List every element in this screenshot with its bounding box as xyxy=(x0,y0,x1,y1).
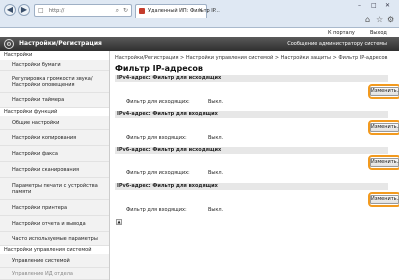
sidebar-item-report[interactable]: Настройки отчета и вывода xyxy=(0,216,109,232)
maximize-icon[interactable]: □ xyxy=(371,2,377,9)
top-links: К порталу Выход xyxy=(0,29,399,37)
sidebar-item-paper[interactable]: Настройки бумаги xyxy=(0,60,109,71)
ipv4-out-value: Выкл. xyxy=(208,99,224,105)
edit-ipv6-in-button[interactable]: Изменить... xyxy=(370,195,399,204)
sidebar-item-printer[interactable]: Настройки принтера xyxy=(0,200,109,216)
forward-button[interactable]: ▶ xyxy=(18,4,30,16)
sidebar: Настройки Настройки бумаги Регулировка г… xyxy=(0,51,110,280)
sidebar-item-dept-id[interactable]: Управление ИД отдела xyxy=(0,268,109,280)
panel-ipv4-in-header: IPv4-адрес: Фильтр для входящих xyxy=(115,111,388,118)
logout-link[interactable]: Выход xyxy=(370,30,387,36)
sidebar-item-system-management[interactable]: Управление системой xyxy=(0,254,109,268)
settings-logo-icon: ⚙ xyxy=(4,39,14,49)
admin-message-link[interactable]: Сообщение администратору системы xyxy=(287,41,387,47)
refresh-icon[interactable]: ↻ xyxy=(123,7,128,14)
address-url: http:// xyxy=(49,8,65,14)
sidebar-section-functions: Настройки функций xyxy=(0,108,109,116)
sidebar-item-general[interactable]: Общие настройки xyxy=(0,116,109,130)
favorites-icon[interactable]: ☆ xyxy=(376,15,383,24)
panel-ipv4-out-header: IPv4-адрес: Фильтр для исходящих xyxy=(115,75,388,82)
sidebar-item-favorites[interactable]: Часто используемые параметры xyxy=(0,232,109,246)
app-header: ⚙ Настройки/Регистрация Сообщение админи… xyxy=(0,37,399,51)
breadcrumb: Настройки/Регистрация > Настройки управл… xyxy=(115,55,388,61)
tab-favicon-icon xyxy=(139,8,145,14)
sidebar-item-copy[interactable]: Настройки копирования xyxy=(0,130,109,146)
ipv4-in-value: Выкл. xyxy=(208,135,224,141)
home-icon[interactable]: ⌂ xyxy=(365,15,370,24)
ipv6-out-label: Фильтр для исходящих: xyxy=(126,170,190,176)
sidebar-item-memory-print[interactable]: Параметры печати с устройства памяти xyxy=(0,178,109,200)
panel-ipv6-out-header: IPv6-адрес: Фильтр для исходящих xyxy=(115,147,388,154)
scroll-top-icon[interactable]: ▲ xyxy=(116,219,122,225)
tab-close-icon[interactable]: ✕ xyxy=(198,7,203,14)
browser-tab[interactable]: Удаленный ИП: Фильтр IP... ✕ xyxy=(135,4,220,18)
sidebar-item-fax[interactable]: Настройки факса xyxy=(0,146,109,162)
close-icon[interactable]: ✕ xyxy=(385,2,390,9)
portal-link[interactable]: К порталу xyxy=(328,30,355,36)
gear-icon[interactable]: ⚙ xyxy=(387,15,394,24)
search-icon[interactable]: ⌕ xyxy=(116,7,119,15)
browser-chrome: ◀ ▶ □ http:// ⌕ ↻ Удаленный ИП: Фильтр I… xyxy=(0,0,399,28)
ipv6-in-label: Фильтр для входящих: xyxy=(126,207,187,213)
sidebar-section-system: Настройки управления системой xyxy=(0,246,109,254)
ipv4-in-label: Фильтр для входящих: xyxy=(126,135,187,141)
edit-ipv4-in-button[interactable]: Изменить... xyxy=(370,123,399,132)
tab-title: Удаленный ИП: Фильтр IP... xyxy=(148,8,220,14)
back-button[interactable]: ◀ xyxy=(4,4,16,16)
minimize-icon[interactable]: – xyxy=(358,2,361,9)
main-content: Настройки/Регистрация > Настройки управл… xyxy=(114,51,399,280)
header-title: Настройки/Регистрация xyxy=(19,40,102,47)
sidebar-item-volume[interactable]: Регулировка громкости звука/Настройки оп… xyxy=(0,71,109,93)
sidebar-item-scan[interactable]: Настройки сканирования xyxy=(0,162,109,178)
ipv6-in-value: Выкл. xyxy=(208,207,224,213)
page-icon: □ xyxy=(38,7,44,14)
ipv4-out-label: Фильтр для исходящих: xyxy=(126,99,190,105)
address-bar[interactable]: □ http:// ⌕ ↻ xyxy=(34,4,132,17)
edit-ipv6-out-button[interactable]: Изменить... xyxy=(370,158,399,167)
edit-ipv4-out-button[interactable]: Изменить... xyxy=(370,87,399,96)
sidebar-section-settings: Настройки xyxy=(0,51,109,60)
sidebar-item-timer[interactable]: Настройки таймера xyxy=(0,93,109,108)
page-title: Фильтр IP-адресов xyxy=(115,64,203,73)
panel-ipv6-in-header: IPv6-адрес: Фильтр для входящих xyxy=(115,183,388,190)
ipv6-out-value: Выкл. xyxy=(208,170,224,176)
